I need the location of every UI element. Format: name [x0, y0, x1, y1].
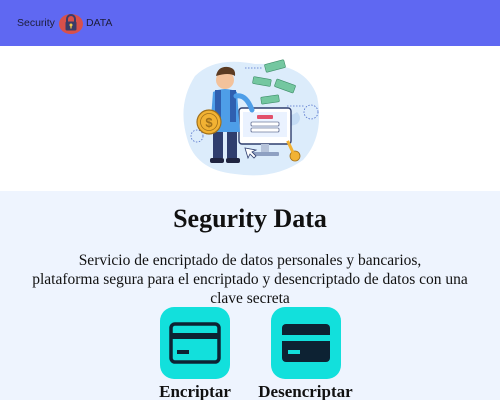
description-line-1: Servicio de encriptado de datos personal…	[78, 252, 422, 269]
description-line-2: plataforma segura para el encriptado y d…	[32, 271, 468, 307]
padlock-icon	[58, 14, 83, 34]
hero-section: $	[0, 46, 500, 191]
encrypt-label: Encriptar	[159, 382, 231, 400]
decrypt-icon-tile[interactable]	[270, 307, 341, 379]
navbar: Security DATA	[0, 0, 500, 46]
brand-logo-link[interactable]: Security DATA	[17, 11, 112, 35]
decrypt-button[interactable]: Desencriptar	[255, 307, 356, 400]
man-with-dollar-coin-and-computer-login-illustration: $	[183, 59, 320, 176]
credit-card-icon	[281, 324, 330, 362]
brand-left-text: Security	[17, 17, 55, 29]
main-content: Segurity Data Servicio de encriptado de …	[0, 191, 500, 400]
credit-card-icon	[169, 322, 221, 364]
encrypt-icon-tile[interactable]	[160, 307, 230, 379]
description: Servicio de encriptado de datos personal…	[15, 251, 485, 308]
brand-right-text: DATA	[85, 17, 113, 29]
action-buttons: Encriptar Desencriptar	[0, 307, 500, 400]
svg-text:$: $	[205, 115, 213, 130]
encrypt-button[interactable]: Encriptar	[157, 307, 233, 400]
page-title: Segurity Data	[173, 204, 327, 233]
decrypt-label: Desencriptar	[258, 382, 353, 400]
